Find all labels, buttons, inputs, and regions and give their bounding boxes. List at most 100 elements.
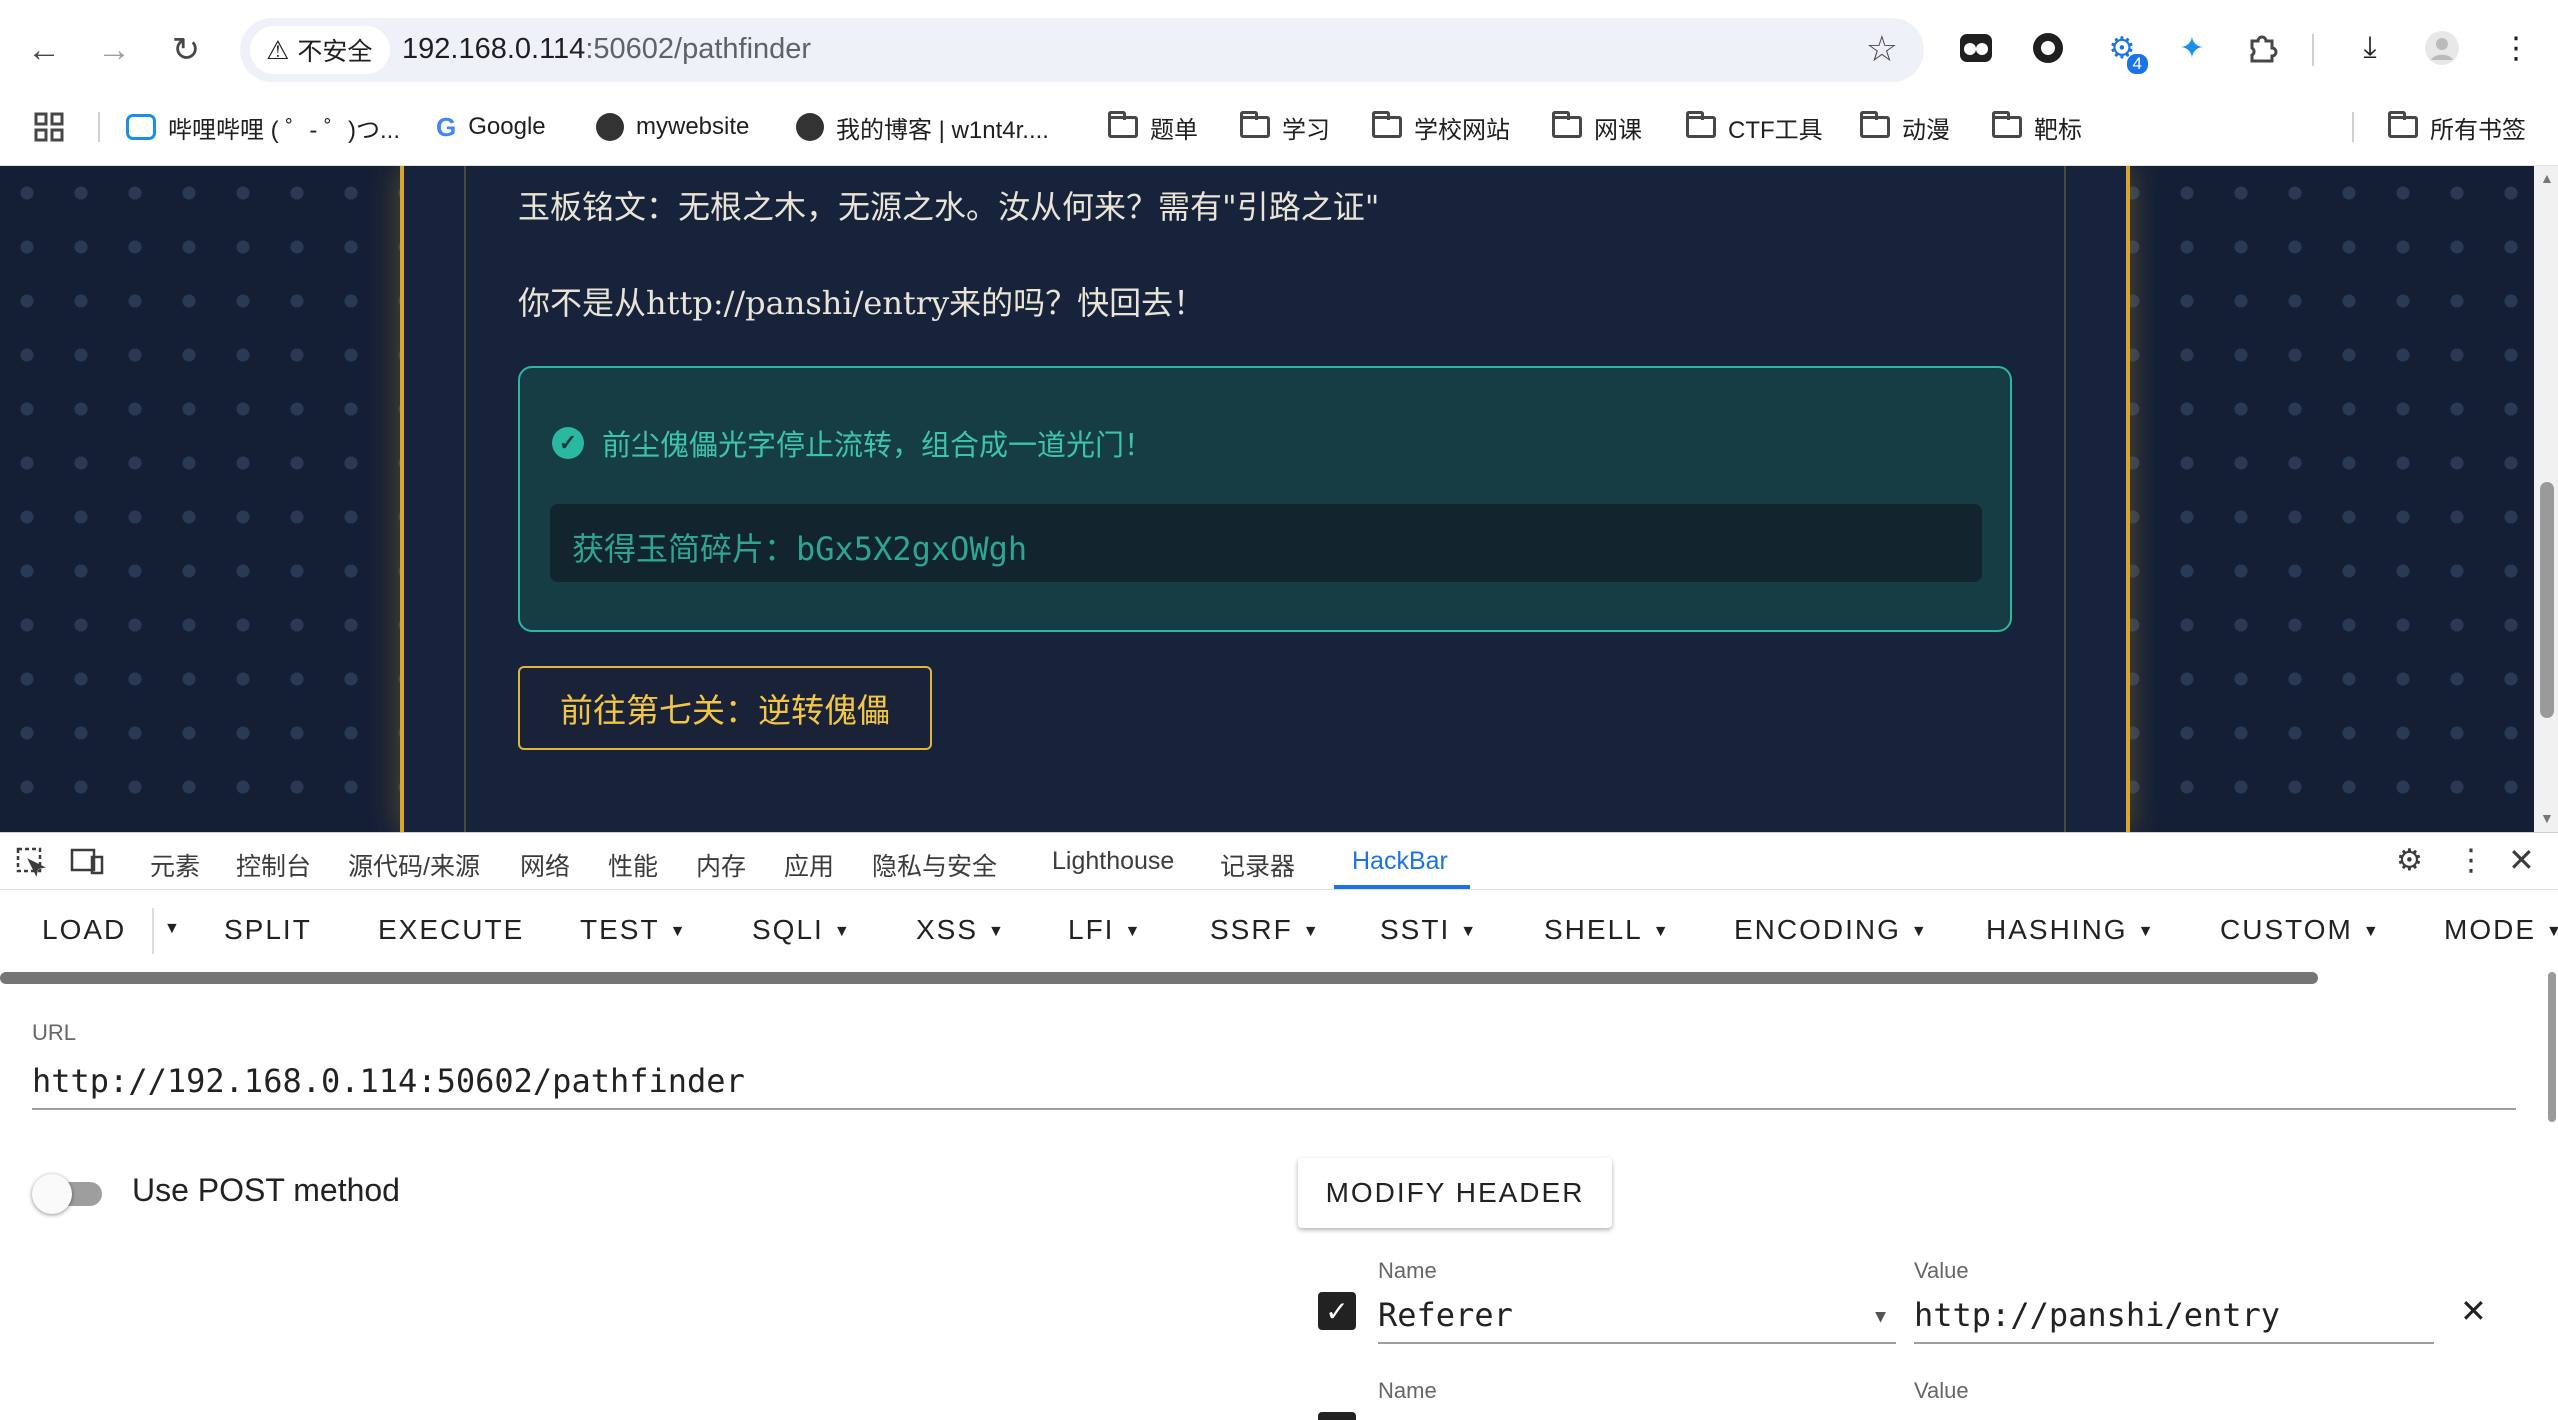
url-path: :50602/pathfinder (585, 33, 812, 65)
tab-lighthouse[interactable]: Lighthouse (1052, 847, 1174, 876)
tab-elements[interactable]: 元素 (150, 847, 200, 883)
tab-recorder[interactable]: 记录器 (1220, 847, 1295, 883)
encoding-menu[interactable]: ENCODING ▼ (1734, 914, 1929, 946)
xss-label: XSS (916, 914, 979, 945)
tab-memory[interactable]: 内存 (696, 847, 746, 883)
all-bookmarks-folder[interactable]: 所有书签 (2388, 104, 2526, 150)
url-input[interactable]: http://192.168.0.114:50602/pathfinder (32, 1056, 2516, 1110)
bookmark-folder[interactable]: 靶标 (1992, 104, 2082, 150)
extensions-puzzle-icon[interactable] (2240, 26, 2284, 70)
back-arrow-icon[interactable]: ← (22, 28, 66, 72)
tab-network[interactable]: 网络 (520, 847, 570, 883)
post-method-toggle[interactable] (32, 1172, 108, 1216)
devtools-menu-icon[interactable]: ⋮ (2456, 843, 2486, 878)
shell-menu[interactable]: SHELL ▼ (1544, 914, 1671, 946)
scroll-up-icon[interactable]: ▲ (2540, 170, 2554, 186)
all-bookmarks-label: 所有书签 (2430, 116, 2526, 144)
bookmark-item[interactable]: mywebsite (596, 104, 749, 150)
split-button[interactable]: SPLIT (224, 914, 312, 946)
remove-header-icon[interactable]: ✕ (2460, 1292, 2487, 1330)
address-bar[interactable]: ⚠ 不安全 192.168.0.114:50602/pathfinder ☆ (240, 18, 1924, 82)
ssrf-menu[interactable]: SSRF ▼ (1210, 914, 1321, 946)
apps-grid-icon[interactable] (34, 104, 64, 150)
profile-avatar[interactable] (2420, 26, 2464, 70)
header-name-input[interactable]: Referer ▼ (1378, 1292, 1896, 1344)
folder-icon (1372, 111, 1402, 138)
devtools-scrollbar[interactable] (2546, 972, 2558, 1420)
menu-horizontal-scrollbar[interactable] (0, 972, 2318, 984)
header-value-input[interactable]: http://panshi/entry (1914, 1292, 2434, 1344)
extension-circle-icon[interactable] (2026, 26, 2070, 70)
bookmark-divider (98, 112, 100, 142)
bookmark-label: 学习 (1282, 116, 1330, 144)
browser-chrome: ← → ↻ ⚠ 不安全 192.168.0.114:50602/pathfind… (0, 0, 2558, 166)
bookmark-folder[interactable]: 题单 (1108, 104, 1198, 150)
page-scroll-thumb[interactable] (2540, 482, 2554, 718)
bookmark-folder[interactable]: 网课 (1552, 104, 1642, 150)
tab-application[interactable]: 应用 (784, 847, 834, 883)
ssti-menu[interactable]: SSTI ▼ (1380, 914, 1478, 946)
tab-performance[interactable]: 性能 (608, 847, 658, 883)
tab-hackbar[interactable]: HackBar (1352, 847, 1448, 876)
xss-menu[interactable]: XSS ▼ (916, 914, 1006, 946)
caret-down-icon: ▼ (1124, 922, 1143, 940)
download-icon[interactable]: ⤓ (2348, 26, 2392, 70)
success-panel: ✓ 前尘傀儡光字停止流转，组合成一道光门！ 获得玉简碎片：bGx5X2gxOWg… (518, 366, 2012, 632)
inspect-element-icon[interactable] (16, 847, 46, 882)
caret-down-icon: ▼ (833, 922, 852, 940)
bookmark-star-icon[interactable]: ☆ (1866, 28, 1898, 70)
load-button[interactable]: LOAD (42, 914, 126, 946)
security-label: 不安全 (297, 38, 373, 66)
settings-gear-icon[interactable]: ⚙ (2396, 843, 2423, 878)
header-enabled-checkbox[interactable] (1318, 1412, 1356, 1420)
bookmark-folder[interactable]: CTF工具 (1686, 104, 1823, 150)
bookmark-label: 靶标 (2034, 116, 2082, 144)
devtools-scroll-thumb[interactable] (2548, 972, 2556, 1122)
bookmark-folder[interactable]: 学校网站 (1372, 104, 1510, 150)
execute-button[interactable]: EXECUTE (378, 914, 524, 946)
bookmark-divider (2352, 112, 2354, 142)
forward-arrow-icon[interactable]: → (92, 28, 136, 72)
scroll-down-icon[interactable]: ▼ (2540, 810, 2554, 826)
bookmark-item[interactable]: 哔哩哔哩 ( ゜- ゜)つ... (126, 104, 400, 150)
custom-menu[interactable]: CUSTOM ▼ (2220, 914, 2381, 946)
dropdown-caret-icon[interactable]: ▼ (1875, 1306, 1886, 1327)
device-toolbar-icon[interactable] (70, 847, 104, 882)
globe-icon (796, 113, 824, 141)
page-scrollbar[interactable]: ▲ ▼ (2534, 166, 2558, 832)
bookmark-item[interactable]: G Google (436, 104, 546, 150)
folder-icon (1860, 111, 1890, 138)
close-devtools-icon[interactable]: ✕ (2508, 841, 2535, 879)
load-dropdown-caret-icon[interactable]: ▼ (164, 920, 182, 938)
next-level-button[interactable]: 前往第七关：逆转傀儡 (518, 666, 932, 750)
shell-label: SHELL (1544, 914, 1643, 945)
extension-mask-icon[interactable] (1954, 26, 1998, 70)
bookmark-folder[interactable]: 学习 (1240, 104, 1330, 150)
extension-bird-icon[interactable]: ✦ (2170, 26, 2214, 70)
extension-gear-icon[interactable]: ⚙ 4 (2100, 26, 2148, 74)
modify-header-button[interactable]: MODIFY HEADER (1298, 1158, 1612, 1228)
hashing-menu[interactable]: HASHING ▼ (1986, 914, 2155, 946)
lfi-menu[interactable]: LFI ▼ (1068, 914, 1142, 946)
security-chip[interactable]: ⚠ 不安全 (250, 26, 391, 74)
bookmark-item[interactable]: 我的博客 | w1nt4r.... (796, 104, 1049, 150)
folder-icon (1552, 111, 1582, 138)
success-text: 前尘傀儡光字停止流转，组合成一道光门！ (602, 428, 1154, 462)
mode-menu[interactable]: MODE ▼ (2444, 914, 2558, 946)
tab-sources[interactable]: 源代码/来源 (348, 847, 480, 883)
ssrf-label: SSRF (1210, 914, 1293, 945)
test-menu[interactable]: TEST ▼ (580, 914, 687, 946)
browser-menu-icon[interactable]: ⋮ (2494, 26, 2538, 70)
tab-console[interactable]: 控制台 (236, 847, 311, 883)
header-enabled-checkbox[interactable]: ✓ (1318, 1292, 1356, 1330)
active-tab-indicator (1334, 885, 1470, 889)
caret-down-icon: ▼ (2137, 922, 2156, 940)
reload-icon[interactable]: ↻ (164, 28, 208, 72)
tab-privacy-security[interactable]: 隐私与安全 (872, 847, 997, 883)
bookmark-folder[interactable]: 动漫 (1860, 104, 1950, 150)
folder-icon (1108, 111, 1138, 138)
sqli-menu[interactable]: SQLI ▼ (752, 914, 852, 946)
header-name-label: Name (1378, 1258, 1437, 1283)
url-text[interactable]: 192.168.0.114:50602/pathfinder (402, 33, 811, 66)
bookmark-label: 网课 (1594, 116, 1642, 144)
